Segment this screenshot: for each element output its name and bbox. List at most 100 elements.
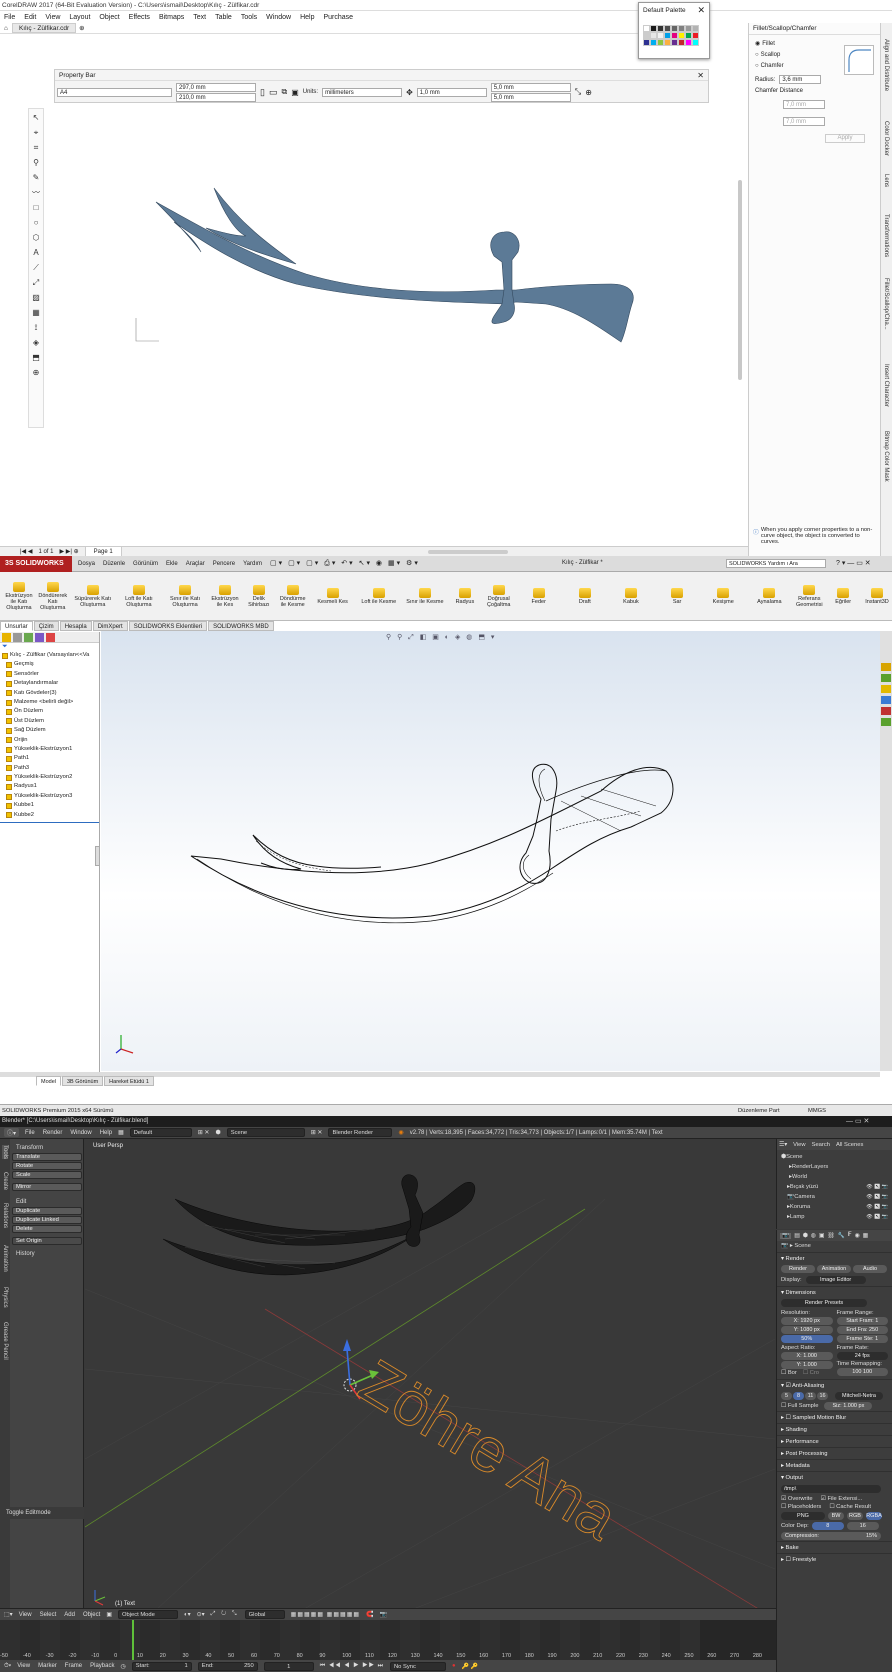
mirror-button[interactable]: Mirror — [12, 1183, 82, 1191]
palette-swatch[interactable] — [685, 25, 692, 32]
sw-menu-du-zenle[interactable]: Düzenle — [103, 561, 125, 567]
render-tab-icon[interactable]: 📷 — [780, 1232, 792, 1239]
delete-button[interactable]: Delete — [12, 1225, 82, 1233]
tree-node[interactable]: Orijin — [2, 736, 99, 745]
cm-tab-solidworks-mbd[interactable]: SOLIDWORKS MBD — [208, 621, 274, 631]
bake-panel-header[interactable]: ▸ Bake — [777, 1541, 892, 1553]
menu-view[interactable]: View — [45, 14, 60, 21]
dim-xpert-icon[interactable] — [35, 632, 44, 642]
frame-start-field[interactable]: Start Fram: 1 — [836, 1317, 888, 1325]
ribbon-draft[interactable]: Draft — [564, 587, 606, 605]
window-controls-icon[interactable]: ? ▾ — ▭ ✕ — [836, 559, 871, 567]
horizontal-scrollbar[interactable] — [427, 549, 508, 554]
view-menu-object[interactable]: Object — [83, 1612, 100, 1618]
end-frame-field[interactable]: End: 250 — [197, 1661, 258, 1671]
page-width-field[interactable]: 297,0 mm — [176, 82, 256, 92]
crop-checkbox[interactable]: ☐ Cro — [803, 1370, 819, 1376]
ribbon-eg-riler[interactable]: Eğriler — [828, 587, 858, 605]
layout-icon[interactable]: ▦ — [118, 1129, 124, 1136]
ribbon-ekstru-zyon-ile-kat-olus-turma[interactable]: Ekstrüzyon ile Katı Oluşturma — [4, 581, 34, 611]
artistic-media-icon[interactable]: 〰 — [30, 187, 42, 199]
menu-table[interactable]: Table — [215, 14, 232, 21]
modifiers-icon[interactable]: 🔧 — [838, 1233, 845, 1239]
cm-tab-dimxpert[interactable]: DimXpert — [92, 621, 128, 631]
zohre-ana-text-object[interactable]: Zöhre Ana — [347, 1346, 629, 1554]
audio-button[interactable]: Audio — [853, 1265, 887, 1273]
outliner-search[interactable]: Search — [812, 1142, 830, 1148]
tree-node[interactable]: Radyus1 — [2, 782, 99, 791]
tree-node[interactable]: Malzeme <belirli değil> — [2, 698, 99, 707]
property-manager-icon[interactable] — [13, 632, 22, 642]
palette-swatch[interactable] — [657, 39, 664, 46]
eyedropper-icon[interactable]: ⟟ — [30, 322, 42, 334]
outliner-all-scenes[interactable]: All Scenes — [836, 1142, 863, 1148]
tree-node[interactable]: Detaylandırmalar — [2, 679, 99, 688]
duplicate-button[interactable]: Duplicate — [12, 1207, 82, 1215]
sword-guard-shape[interactable] — [490, 231, 520, 324]
palette-swatch[interactable] — [692, 25, 699, 32]
render-engine-select[interactable]: Blender Render — [328, 1128, 393, 1137]
tool-tab-physics[interactable]: Physics — [2, 1287, 8, 1308]
palette-swatch[interactable] — [650, 32, 657, 39]
current-page-icon[interactable]: ▣ — [291, 88, 299, 97]
edit-header[interactable]: Edit — [16, 1199, 82, 1205]
shape-tool-icon[interactable]: ⌖ — [30, 127, 42, 139]
ribbon-dog-rusal-c-og-altma[interactable]: Doğrusal Çoğaltma — [484, 584, 514, 608]
render-panel-header[interactable]: ▾ Render — [777, 1252, 892, 1264]
3d-view-editor-icon[interactable]: ⬚▾ — [4, 1611, 13, 1618]
render-button[interactable]: Render — [781, 1265, 815, 1273]
layer-buttons-icon[interactable]: ▦▦▦▦▦ ▦▦▦▦▦ — [291, 1611, 360, 1618]
sw-bottom-tab-3b-go-ru-nu-m[interactable]: 3B Görünüm — [61, 1076, 104, 1086]
palette-swatch[interactable] — [678, 39, 685, 46]
quick-access-icons[interactable]: ▢▾ ▢▾ ▢▾ ⎙▾ ↶▾ ↖▾ ◉ ▦▾ ⚙▾ — [270, 559, 420, 568]
tree-node[interactable]: Yükseklik-Ekstrüzyon2 — [2, 773, 99, 782]
file-format-select[interactable]: PNG — [781, 1512, 825, 1520]
aa-size-field[interactable]: Siz: 1.000 px — [824, 1402, 873, 1410]
tool-tab-animation[interactable]: Animation — [2, 1245, 8, 1272]
task-pane-explorer-icon[interactable] — [881, 685, 891, 693]
filter-icon[interactable]: ⏷ — [0, 643, 99, 651]
ribbon-referans-geometrisi[interactable]: Referans Geometrisi — [794, 584, 824, 608]
visibility-icons[interactable]: 👁 ↖ 📷 — [866, 1194, 888, 1200]
sw-bottom-tab-model[interactable]: Model — [36, 1076, 61, 1086]
page-nav-arrows-icon[interactable]: |◀ ◀ — [20, 547, 32, 557]
freestyle-panel-header[interactable]: ▸ ☐ Freestyle — [777, 1553, 892, 1565]
display-select[interactable]: Image Editor — [805, 1276, 866, 1284]
visibility-icons[interactable]: 👁 ↖ 📷 — [866, 1204, 888, 1210]
task-pane-library-icon[interactable] — [881, 674, 891, 682]
orientation-select[interactable]: Global — [244, 1610, 285, 1619]
tool-tab-relations[interactable]: Relations — [2, 1203, 8, 1228]
animation-button[interactable]: Animation — [817, 1265, 851, 1273]
menu-window[interactable]: Window — [266, 14, 291, 21]
palette-swatch[interactable] — [664, 32, 671, 39]
palette-swatch[interactable] — [685, 39, 692, 46]
scale-button[interactable]: Scale — [12, 1171, 82, 1179]
sword-drawing[interactable] — [46, 104, 746, 524]
palette-swatch[interactable] — [692, 39, 699, 46]
cm-tab-c-izim[interactable]: Çizim — [33, 621, 59, 631]
tree-node[interactable]: Yükseklik-Ekstrüzyon3 — [2, 792, 99, 801]
sw-menu-go-ru-nu-m[interactable]: Görünüm — [133, 561, 158, 567]
drawing-canvas[interactable] — [46, 104, 746, 524]
dock-tab-insert-character[interactable]: Insert Character — [883, 364, 889, 407]
view-menu-select[interactable]: Select — [40, 1612, 57, 1618]
dock-tab-bitmap-color-mask[interactable]: Bitmap Color Mask — [883, 431, 889, 482]
dock-tab-color-docker[interactable]: Color Docker — [883, 121, 889, 156]
timeline-menu-marker[interactable]: Marker — [38, 1663, 57, 1669]
view-menu-add[interactable]: Add — [64, 1612, 75, 1618]
timeline-menu-frame[interactable]: Frame — [65, 1663, 82, 1669]
aa-samples-11[interactable]: 11 — [805, 1392, 816, 1400]
add-tool-icon[interactable]: ⊕ — [30, 367, 42, 379]
resolution-x-field[interactable]: X: 1920 px — [781, 1317, 833, 1325]
ribbon-s-n-r-ile-kat-olus-turma[interactable]: Sınır ile Katı Oluşturma — [164, 584, 206, 608]
palette-swatch[interactable] — [671, 39, 678, 46]
palette-swatch[interactable] — [643, 25, 650, 32]
palette-swatch[interactable] — [692, 32, 699, 39]
sw-bottom-tab-hareket-etu-du-1[interactable]: Hareket Etüdü 1 — [104, 1076, 154, 1086]
aa-filter-select[interactable]: Mitchell-Netra — [835, 1392, 883, 1400]
data-tab-icon[interactable]: 𝐅 — [848, 1232, 852, 1239]
tree-node[interactable]: Üst Düzlem — [2, 717, 99, 726]
playback-controls-icon[interactable]: ⏮ ◀◀ ◀ ▶ ▶▶ ⏭ — [320, 1663, 384, 1670]
smart-fill-icon[interactable]: ⬒ — [30, 352, 42, 364]
render-layers-icon[interactable]: ▤ — [794, 1233, 799, 1239]
